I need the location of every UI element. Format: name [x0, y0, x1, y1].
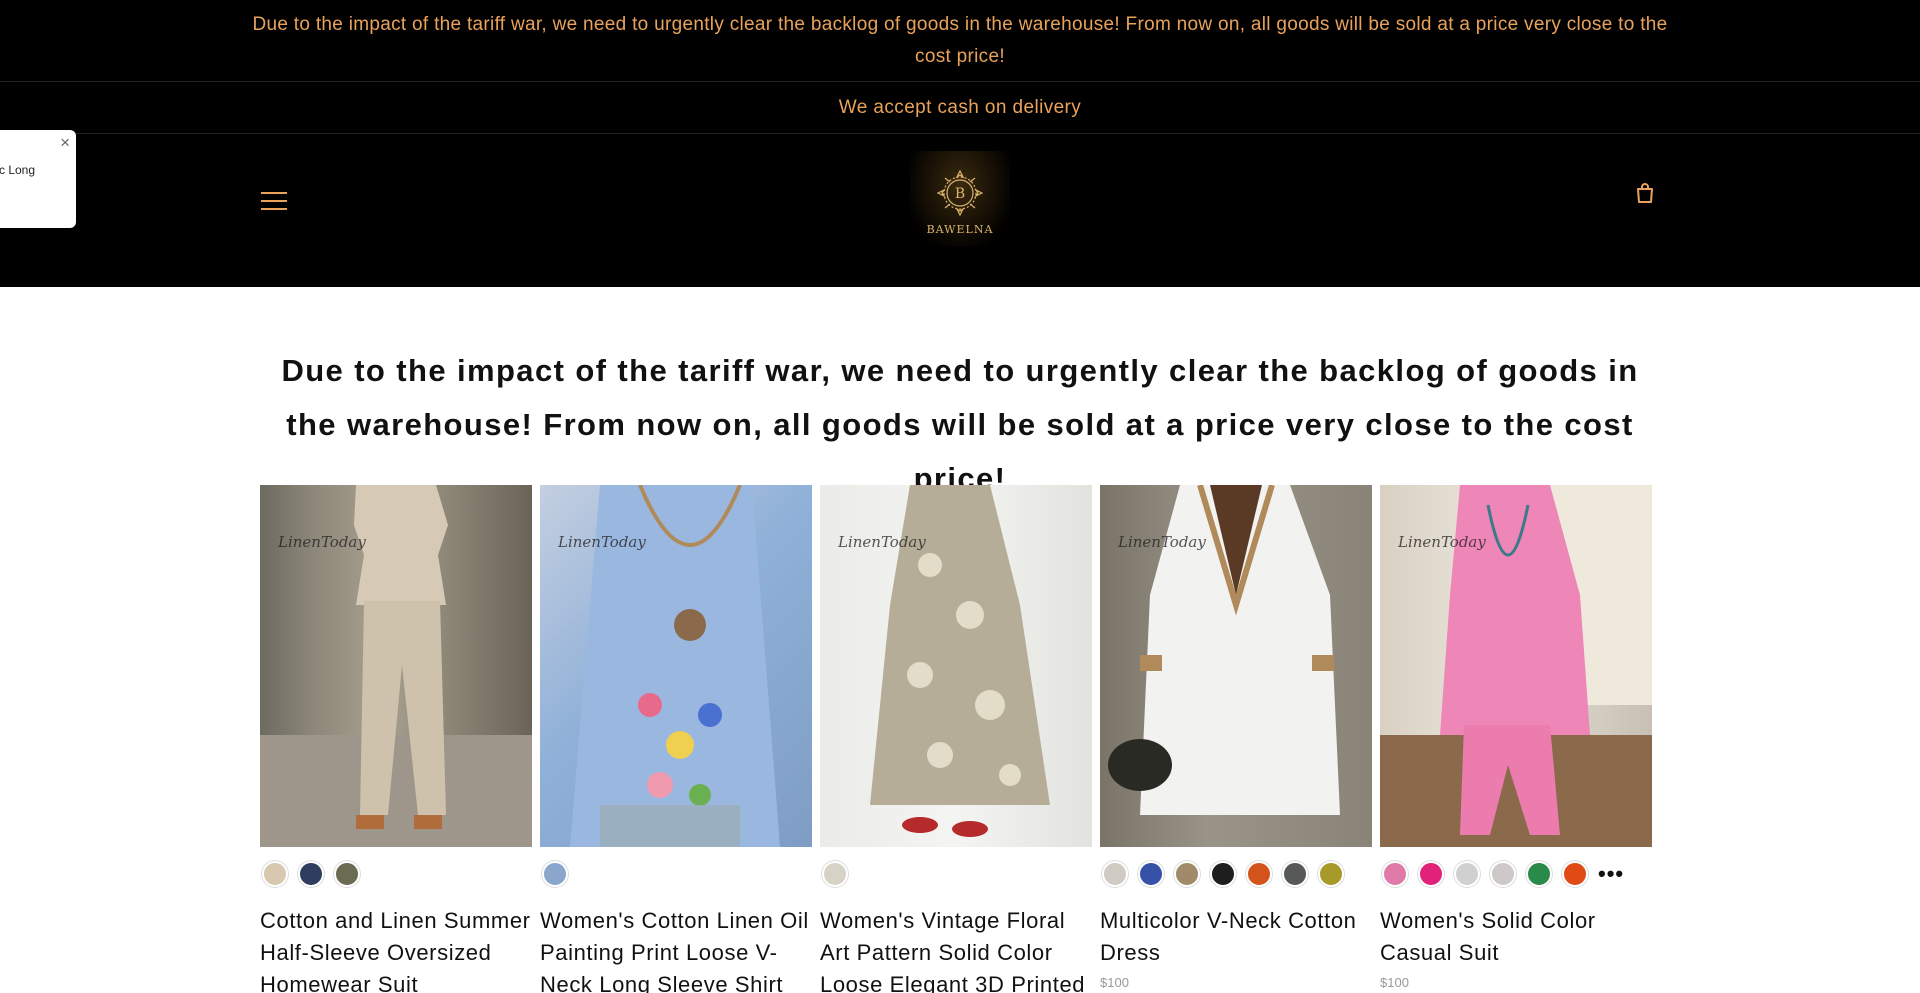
- shopping-bag-icon[interactable]: [1635, 182, 1655, 209]
- announcement-bar: Due to the impact of the tariff war, we …: [0, 0, 1920, 82]
- color-swatch[interactable]: [1282, 861, 1308, 887]
- color-swatch[interactable]: [1454, 861, 1480, 887]
- color-swatch[interactable]: [1246, 861, 1272, 887]
- color-swatches: [1102, 861, 1372, 887]
- product-card[interactable]: LinenToday ••• Women's Solid Color Casua…: [1380, 485, 1652, 990]
- color-swatches: [822, 861, 1092, 887]
- sales-notification-popup[interactable]: a c Long ×: [0, 130, 76, 228]
- product-image[interactable]: LinenToday: [260, 485, 532, 847]
- announcement-text: Due to the impact of the tariff war, we …: [252, 13, 1668, 67]
- more-colors-button[interactable]: •••: [1598, 863, 1624, 885]
- color-swatch[interactable]: [1490, 861, 1516, 887]
- color-swatches: [542, 861, 812, 887]
- product-title[interactable]: Women's Vintage Floral Art Pattern Solid…: [820, 905, 1092, 993]
- color-swatch[interactable]: [1210, 861, 1236, 887]
- color-swatch[interactable]: [334, 861, 360, 887]
- product-title[interactable]: Multicolor V-Neck Cotton Dress: [1100, 905, 1372, 969]
- logo-text: BAWELNA: [926, 223, 994, 236]
- site-logo[interactable]: B BAWELNA: [910, 151, 1010, 246]
- product-card[interactable]: LinenToday Cotton and Linen Summer Half-…: [260, 485, 532, 993]
- color-swatch[interactable]: [1318, 861, 1344, 887]
- header: B BAWELNA: [0, 134, 1920, 286]
- price-text: $100: [1100, 975, 1129, 990]
- color-swatch[interactable]: [1138, 861, 1164, 887]
- close-icon[interactable]: ×: [60, 134, 70, 151]
- product-title[interactable]: Cotton and Linen Summer Half-Sleeve Over…: [260, 905, 532, 993]
- cod-text: We accept cash on delivery: [838, 96, 1082, 118]
- product-image[interactable]: LinenToday: [1100, 485, 1372, 847]
- product-title[interactable]: Women's Solid Color Casual Suit: [1380, 905, 1652, 969]
- product-image[interactable]: LinenToday: [820, 485, 1092, 847]
- watermark-text: LinenToday: [278, 533, 366, 551]
- product-image[interactable]: LinenToday: [1380, 485, 1652, 847]
- color-swatch[interactable]: [1174, 861, 1200, 887]
- color-swatch[interactable]: [1102, 861, 1128, 887]
- color-swatch[interactable]: [1526, 861, 1552, 887]
- color-swatches: [262, 861, 532, 887]
- watermark-text: LinenToday: [558, 533, 646, 551]
- logo-emblem-icon: B: [936, 169, 984, 217]
- price-text: $100: [1380, 975, 1409, 990]
- popup-product-text: c Long: [0, 163, 36, 177]
- site-header-bar: Due to the impact of the tariff war, we …: [0, 0, 1920, 287]
- color-swatch[interactable]: [822, 861, 848, 887]
- svg-text:B: B: [955, 186, 965, 202]
- color-swatches: •••: [1382, 861, 1652, 887]
- product-card[interactable]: LinenToday Women's Vintage Floral Art Pa…: [820, 485, 1092, 993]
- color-swatch[interactable]: [1382, 861, 1408, 887]
- product-title[interactable]: Women's Cotton Linen Oil Painting Print …: [540, 905, 812, 993]
- color-swatch[interactable]: [262, 861, 288, 887]
- color-swatch[interactable]: [1418, 861, 1444, 887]
- watermark-text: LinenToday: [1118, 533, 1206, 551]
- product-image[interactable]: LinenToday: [540, 485, 812, 847]
- color-swatch[interactable]: [1562, 861, 1588, 887]
- section-title: Due to the impact of the tariff war, we …: [281, 353, 1639, 496]
- hamburger-menu-icon[interactable]: [261, 192, 287, 212]
- watermark-text: LinenToday: [838, 533, 926, 551]
- product-card[interactable]: LinenToday Women's Cotton Linen Oil Pain…: [540, 485, 812, 993]
- color-swatch[interactable]: [298, 861, 324, 887]
- cod-bar: We accept cash on delivery: [0, 82, 1920, 134]
- watermark-text: LinenToday: [1398, 533, 1486, 551]
- color-swatch[interactable]: [542, 861, 568, 887]
- product-card[interactable]: LinenToday Multicolor V-Neck Cotton Dres…: [1100, 485, 1372, 990]
